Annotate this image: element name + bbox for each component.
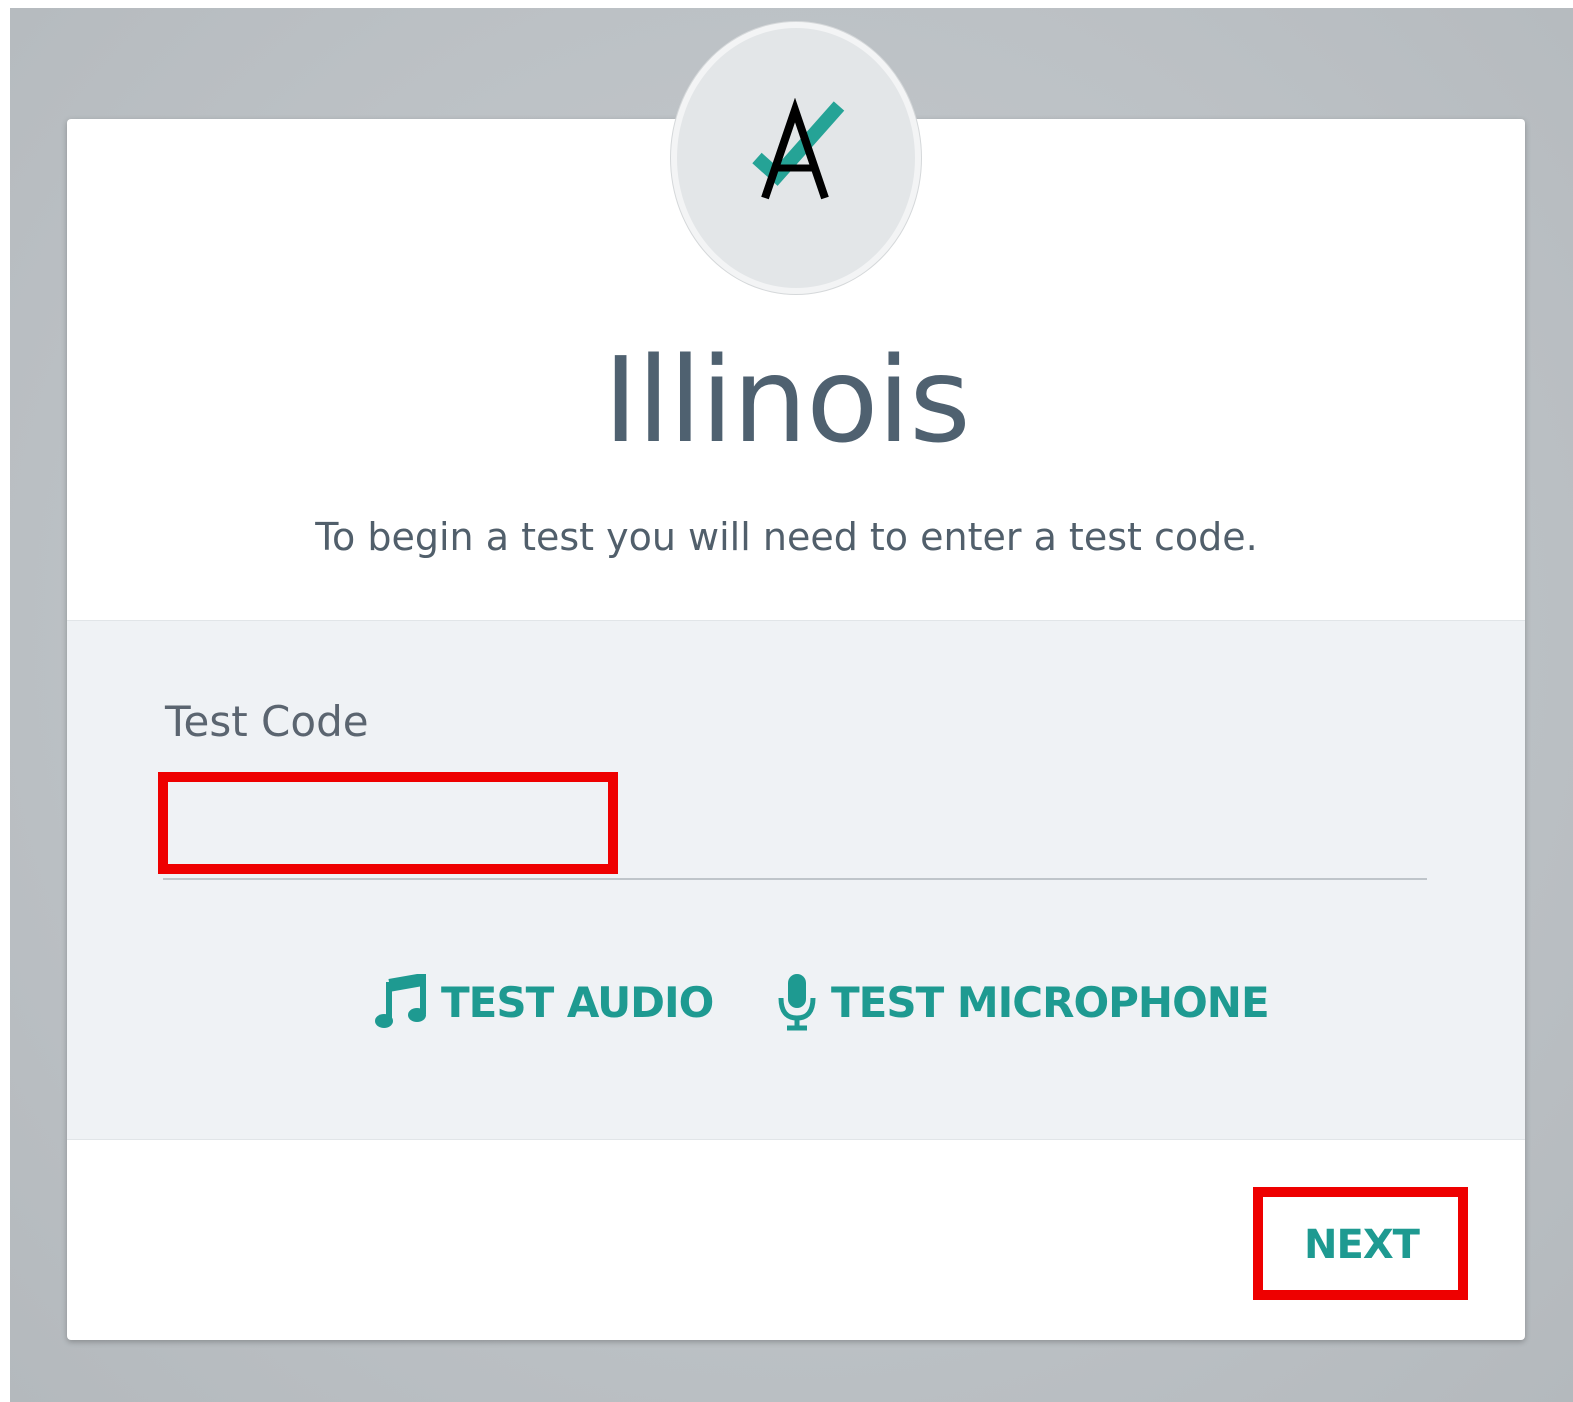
page-title: Illinois	[603, 331, 970, 469]
logo-a-check-icon	[752, 98, 845, 200]
test-audio-label: TEST AUDIO	[441, 977, 714, 1027]
test-code-input[interactable]	[163, 780, 1427, 880]
test-microphone-button[interactable]: TEST MICROPHONE	[777, 970, 1270, 1034]
microphone-icon	[778, 974, 816, 1031]
music-note-icon	[375, 974, 426, 1028]
instructions-text: To begin a test you will need to enter a…	[315, 515, 1258, 559]
test-microphone-label: TEST MICROPHONE	[831, 977, 1270, 1027]
logo-badge	[671, 22, 921, 294]
next-button[interactable]: NEXT	[1260, 1193, 1463, 1296]
test-code-label: Test Code	[165, 697, 369, 746]
test-audio-button[interactable]: TEST AUDIO	[375, 970, 714, 1034]
